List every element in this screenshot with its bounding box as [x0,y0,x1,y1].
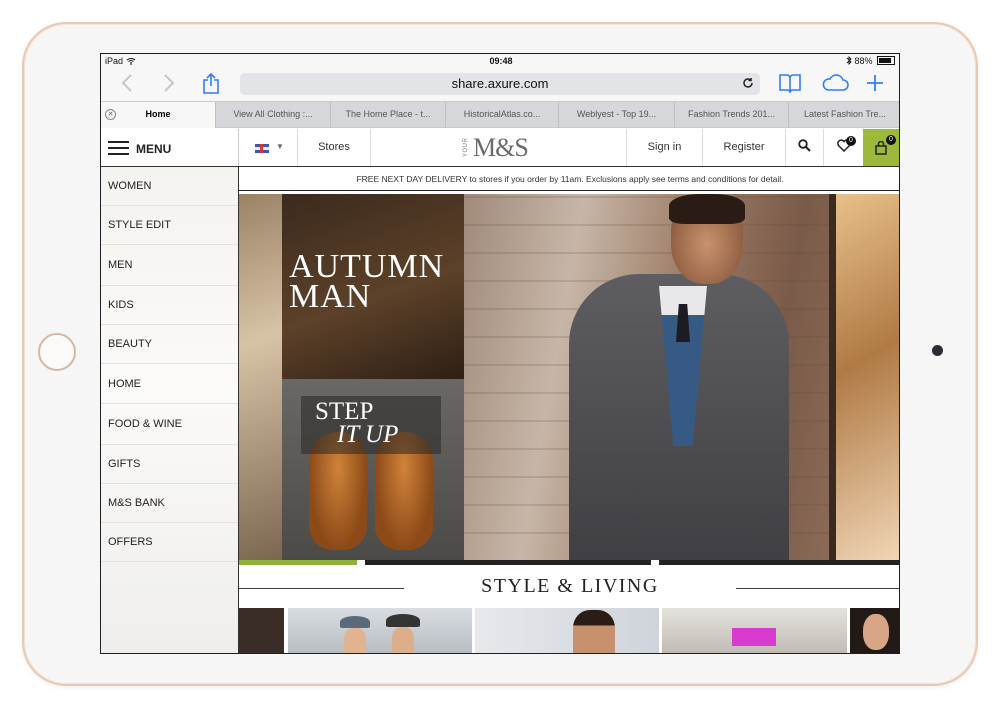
battery-icon [877,56,895,65]
menu-label: MENU [136,142,172,156]
reload-icon[interactable] [742,73,754,95]
caret-down-icon[interactable]: ▼ [276,142,284,151]
thumbnail-mens-grooming[interactable] [475,608,659,653]
sidebar-item-offers[interactable]: OFFERS [101,523,238,562]
hero-title-line2: MAN [289,278,372,315]
tab-weblyest[interactable]: Weblyest - Top 19... [558,102,674,128]
screen: iPad 09:48 88% share.axure.com ✕ Home Vi… [100,53,900,654]
sidebar-item-men[interactable]: MEN [101,245,238,286]
url-text: share.axure.com [451,76,549,91]
url-bar[interactable]: share.axure.com [240,73,760,95]
camera-icon [932,345,943,356]
step-line2: IT UP [337,421,399,448]
delivery-promo-bar[interactable]: FREE NEXT DAY DELIVERY to stores if you … [239,167,899,191]
thumbnail-image[interactable] [239,608,284,653]
sign-in-link[interactable]: Sign in [626,129,702,166]
previous-slide-image[interactable] [239,194,282,560]
home-button[interactable] [38,333,76,371]
tab-the-home-place[interactable]: The Home Place - t... [330,102,445,128]
thumbnail-home-interior[interactable] [662,608,847,653]
step-it-up-title: STEP IT UP [315,399,399,448]
forward-icon[interactable] [163,73,175,98]
sidebar-item-women[interactable]: WOMEN [101,167,238,206]
style-living-heading: STYLE & LIVING [239,566,899,608]
status-right: 88% [846,55,895,66]
sidebar-item-food-wine[interactable]: FOOD & WINE [101,404,238,445]
hero-title: AUTUMN MAN [289,250,444,315]
stores-link[interactable]: Stores [297,129,370,166]
wishlist-count: 0 [846,136,856,146]
search-icon [798,139,811,152]
logo-text: M&S [473,133,529,162]
hamburger-icon [108,141,129,155]
sidebar-item-gifts[interactable]: GIFTS [101,445,238,484]
logo-prefix: YOUR [463,137,469,157]
back-icon[interactable] [121,73,133,98]
status-bar: iPad 09:48 88% [101,54,899,68]
tab-label: Fashion Trends 201... [687,109,776,119]
tab-label: Weblyest - Top 19... [576,109,657,119]
register-link[interactable]: Register [702,129,785,166]
thumbnail-kids-hats[interactable] [288,608,472,653]
side-menu: WOMEN STYLE EDIT MEN KIDS BEAUTY HOME FO… [101,167,239,653]
battery-percent: 88% [854,56,873,66]
style-living-thumbnails [239,608,899,653]
hero-carousel[interactable]: AUTUMN MAN STEP IT UP [239,194,899,560]
sidebar-item-beauty[interactable]: BEAUTY [101,325,238,364]
section-title: STYLE & LIVING [481,575,659,597]
wishlist-button[interactable] [823,129,863,166]
next-slide-image[interactable] [836,194,899,560]
hat-shape [340,616,370,628]
face-shape [392,627,414,653]
carousel-dot[interactable] [365,560,651,565]
cloud-icon[interactable] [821,73,849,98]
tab-label: Latest Fashion Tre... [803,109,887,119]
hat-shape [386,614,420,627]
face-shape [344,628,366,653]
tab-label: View All Clothing :... [233,109,313,119]
face-shape [863,614,889,650]
model-hair [669,194,745,224]
tab-historical-atlas[interactable]: HistoricalAtlas.co... [445,102,558,128]
thumbnail-woman[interactable] [850,608,899,653]
carousel-dot[interactable] [659,560,899,565]
search-button[interactable] [785,129,823,166]
sidebar-item-ms-bank[interactable]: M&S BANK [101,484,238,523]
bookmarks-icon[interactable] [779,73,801,98]
tab-latest-fashion[interactable]: Latest Fashion Tre... [788,102,899,128]
tab-view-all-clothing[interactable]: View All Clothing :... [215,102,330,128]
new-tab-icon[interactable] [865,73,885,98]
tab-label: The Home Place - t... [345,109,431,119]
lamp-shape [732,628,776,646]
basket-count: 0 [886,135,896,145]
menu-button[interactable]: MENU [101,129,239,166]
browser-toolbar: share.axure.com [101,68,899,101]
tab-fashion-trends[interactable]: Fashion Trends 201... [674,102,788,128]
tab-close-icon[interactable]: ✕ [105,109,116,120]
carousel-dot-active[interactable] [239,560,357,565]
basket-button[interactable]: 0 [863,129,899,166]
sidebar-item-home[interactable]: HOME [101,364,238,404]
flag-uk-icon[interactable] [255,144,269,153]
tab-bar: ✕ Home View All Clothing :... The Home P… [101,101,899,128]
share-icon[interactable] [202,72,220,100]
tab-home[interactable]: ✕ Home [101,102,215,128]
tab-label: HistoricalAtlas.co... [463,109,541,119]
status-time: 09:48 [489,56,513,66]
tab-label: Home [145,109,171,119]
sidebar-item-kids[interactable]: KIDS [101,286,238,325]
basket-icon [875,141,887,155]
face-shape [573,610,615,653]
sidebar-item-style-edit[interactable]: STYLE EDIT [101,206,238,245]
site-header: MENU ▼ Stores YOUR M&S Sign in Register … [101,129,899,167]
